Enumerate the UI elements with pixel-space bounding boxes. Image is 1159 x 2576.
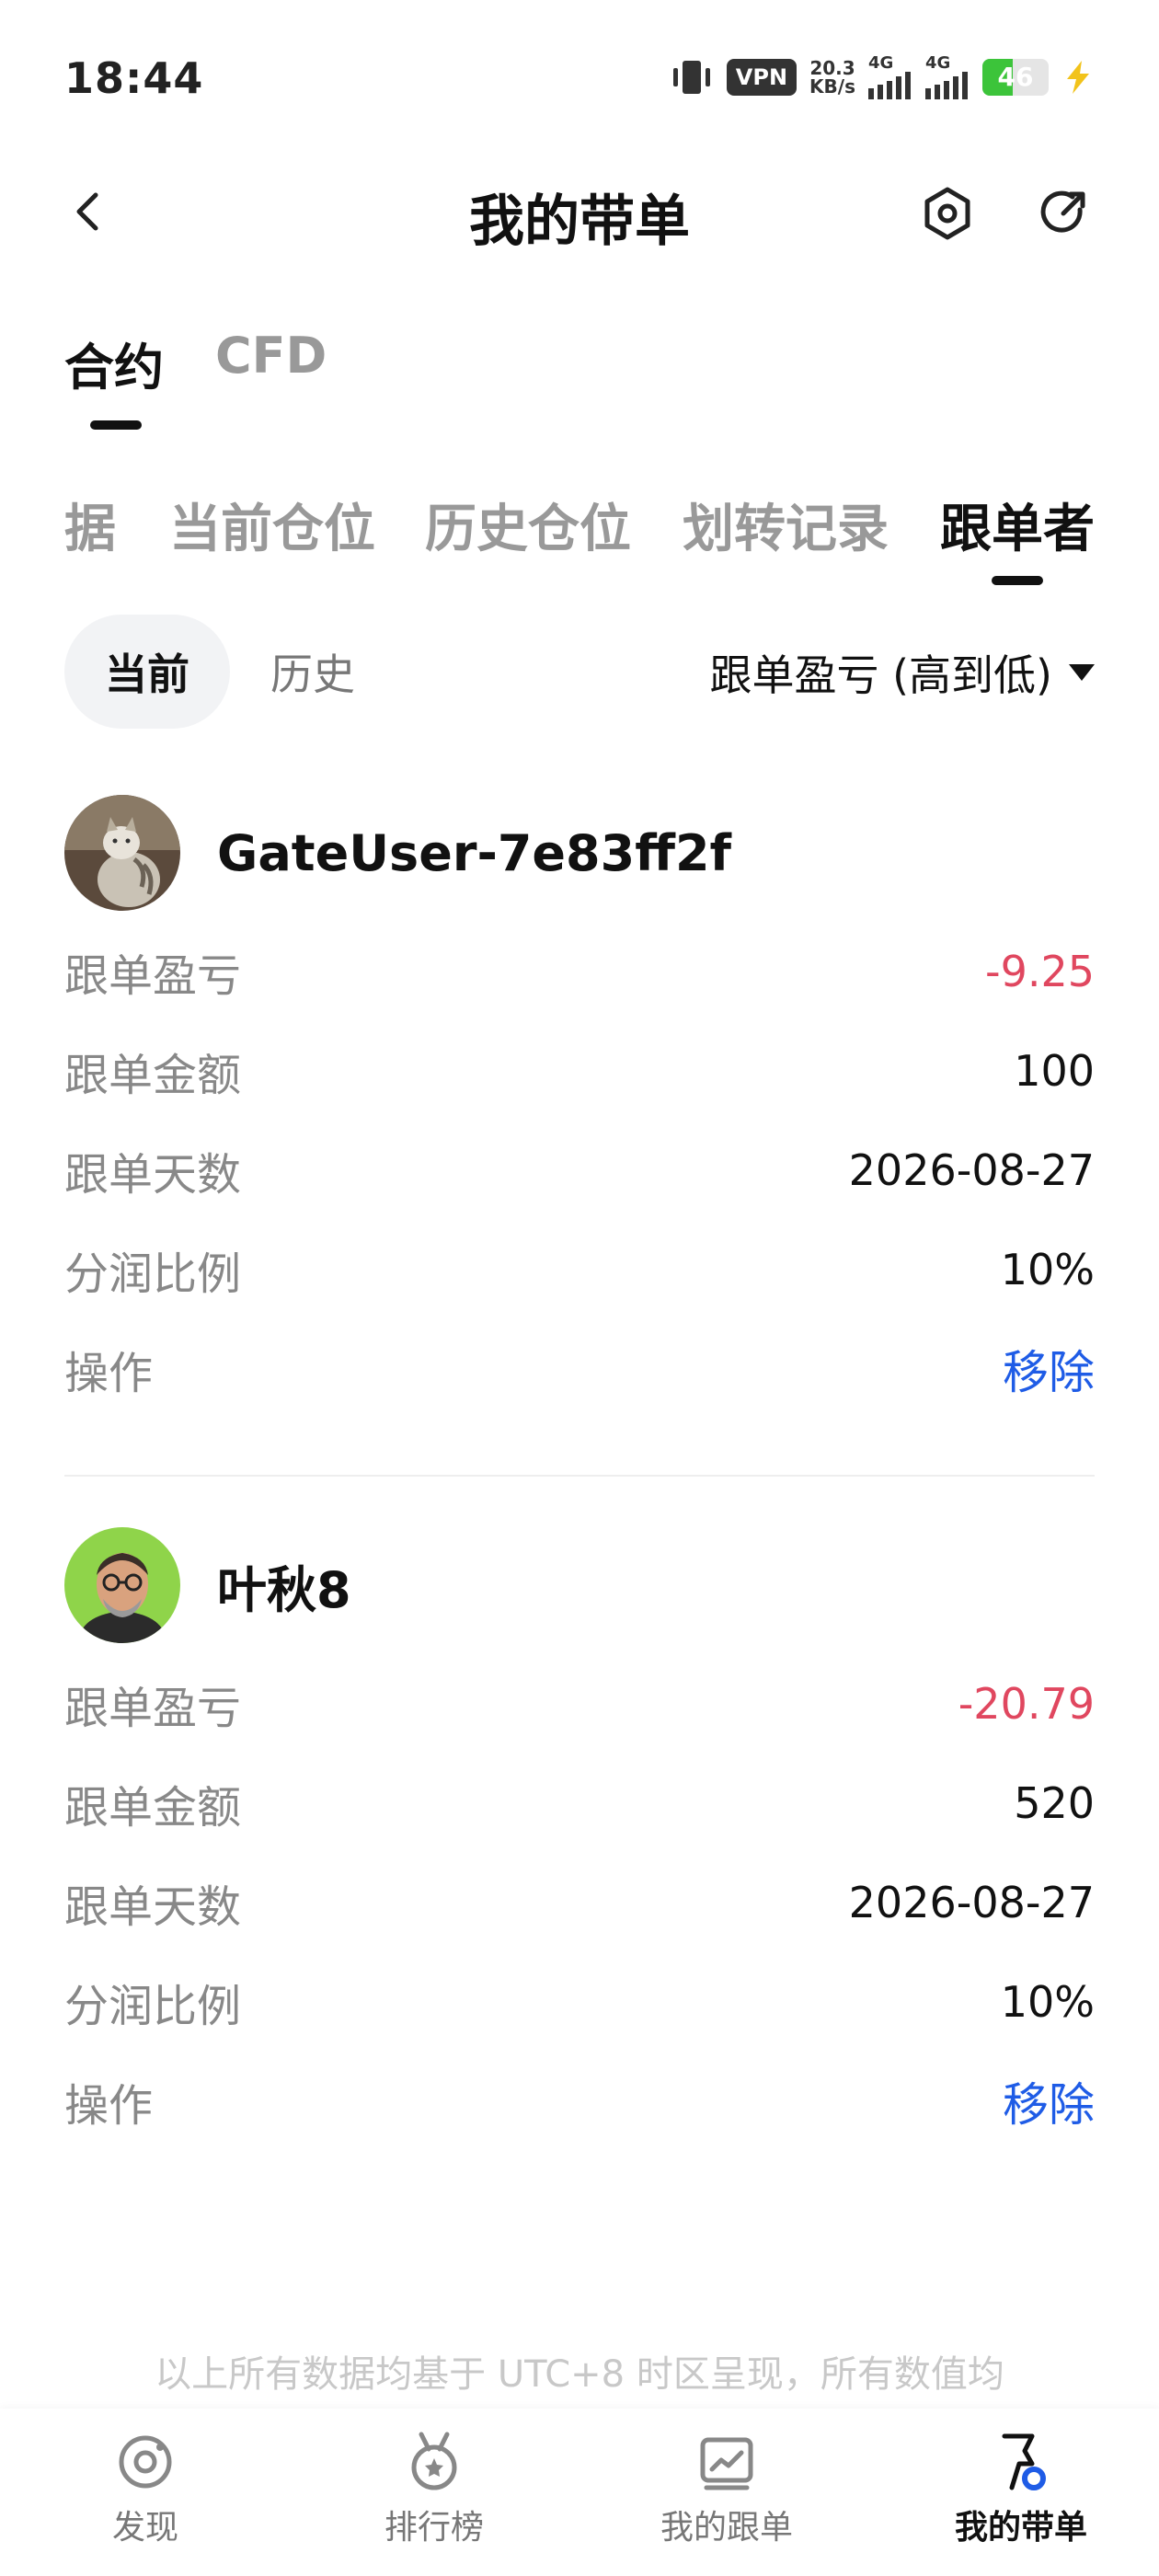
days-row: 跟单天数 2026-08-27 [64, 1853, 1095, 1952]
battery-icon: 46 [982, 59, 1049, 96]
remove-button[interactable]: 移除 [1003, 1336, 1095, 1402]
filter-history-button[interactable]: 历史 [230, 615, 396, 729]
cat-avatar-icon [64, 795, 180, 911]
page-title: 我的带单 [469, 190, 690, 254]
refresh-share-icon [1040, 190, 1085, 233]
net-speed-unit: KB/s [809, 75, 855, 98]
pnl-value: -9.25 [984, 947, 1095, 996]
tab-current-positions[interactable]: 当前仓位 [169, 488, 375, 589]
amount-label: 跟单金额 [64, 1782, 242, 1834]
amount-row: 跟单金额 520 [64, 1754, 1095, 1853]
signal-2: 4G [925, 55, 970, 99]
net-speed: 20.3 KB/s [809, 59, 855, 96]
pnl-row: 跟单盈亏 -9.25 [64, 922, 1095, 1021]
tab-history-positions[interactable]: 历史仓位 [425, 488, 631, 589]
nav-my-lead-trading[interactable]: 我的带单 [911, 2427, 1131, 2548]
follower-header: GateUser-7e83ff2f [64, 784, 1095, 922]
follower-header: 叶秋8 [64, 1516, 1095, 1654]
profit-share-label: 分润比例 [64, 1981, 242, 2032]
signal-2-icon [925, 72, 968, 99]
days-row: 跟单天数 2026-08-27 [64, 1121, 1095, 1220]
charging-icon [1067, 61, 1089, 94]
share-button[interactable] [1027, 177, 1100, 250]
action-label: 操作 [64, 1348, 154, 1399]
profit-share-value: 10% [1000, 1977, 1095, 2027]
sort-dropdown[interactable]: 跟单盈亏 (高到低) [709, 642, 1095, 703]
tab-cfd[interactable]: CFD [215, 327, 327, 428]
sort-label: 跟单盈亏 (高到低) [709, 650, 1052, 700]
days-label: 跟单天数 [64, 1149, 242, 1201]
pnl-label: 跟单盈亏 [64, 950, 242, 1002]
profit-share-value: 10% [1000, 1245, 1095, 1294]
status-icons: VPN 20.3 KB/s 4G 4G 46 [670, 50, 1095, 105]
tab-data[interactable]: 据 [64, 488, 116, 589]
remove-button[interactable]: 移除 [1003, 2068, 1095, 2134]
status-time: 18:44 [64, 53, 204, 103]
bottom-nav: 发现 排行榜 我的跟单 我的带单 [0, 2409, 1159, 2576]
hexagon-settings-icon [924, 187, 970, 240]
days-value: 2026-08-27 [848, 1145, 1095, 1195]
vpn-badge: VPN [726, 59, 798, 96]
signal-1-icon [868, 72, 911, 99]
nav-leaderboard-label: 排行榜 [384, 2509, 484, 2547]
battery-level: 46 [997, 62, 1034, 92]
nav-bar: 我的带单 [0, 156, 1159, 267]
caret-down-icon [1069, 664, 1095, 681]
tab-transfer-records[interactable]: 划转记录 [683, 488, 889, 589]
signal-1: 4G [868, 55, 912, 99]
divider [64, 1475, 1095, 1477]
pnl-label: 跟单盈亏 [64, 1683, 242, 1734]
amount-row: 跟单金额 100 [64, 1021, 1095, 1121]
avatar[interactable] [64, 795, 180, 911]
action-row: 操作 移除 [64, 1319, 1095, 1419]
follower-card: GateUser-7e83ff2f 跟单盈亏 -9.25 跟单金额 100 跟单… [64, 784, 1095, 1419]
tab-contract[interactable]: 合约 [64, 327, 164, 430]
pnl-row: 跟单盈亏 -20.79 [64, 1654, 1095, 1754]
follower-name[interactable]: 叶秋8 [217, 1549, 351, 1622]
pnl-value: -20.79 [958, 1679, 1095, 1729]
nav-my-copy-trading[interactable]: 我的跟单 [616, 2427, 837, 2548]
signal-1-label: 4G [868, 53, 894, 73]
follower-card: 叶秋8 跟单盈亏 -20.79 跟单金额 520 跟单天数 2026-08-27… [64, 1516, 1095, 2151]
nav-my-copy-trading-label: 我的跟单 [660, 2509, 793, 2547]
medal-icon [411, 2432, 457, 2490]
action-label: 操作 [64, 2080, 154, 2132]
days-value: 2026-08-27 [848, 1878, 1095, 1927]
amount-label: 跟单金额 [64, 1050, 242, 1101]
avatar[interactable] [64, 1527, 180, 1643]
tab-followers[interactable]: 跟单者 [940, 488, 1095, 589]
days-label: 跟单天数 [64, 1881, 242, 1933]
vibrate-icon [672, 61, 710, 94]
amount-value: 520 [1014, 1778, 1095, 1828]
lead-trader-icon [1002, 2433, 1046, 2490]
type-tabs: 合约 CFD [64, 327, 327, 430]
chart-icon [700, 2437, 753, 2490]
nav-leaderboard[interactable]: 排行榜 [324, 2427, 545, 2548]
action-row: 操作 移除 [64, 2052, 1095, 2151]
profit-share-row: 分润比例 10% [64, 1220, 1095, 1319]
person-avatar-icon [64, 1527, 180, 1643]
settings-button[interactable] [911, 177, 984, 250]
nav-discover-label: 发现 [111, 2509, 178, 2547]
footnote: 以上所有数据均基于 UTC+8 时区呈现，所有数值均 [155, 2353, 1004, 2396]
profit-share-row: 分润比例 10% [64, 1952, 1095, 2052]
amount-value: 100 [1014, 1046, 1095, 1096]
discover-icon [119, 2435, 172, 2489]
profit-share-label: 分润比例 [64, 1248, 242, 1300]
filter-current-button[interactable]: 当前 [64, 615, 230, 729]
follower-name[interactable]: GateUser-7e83ff2f [217, 824, 731, 882]
nav-discover[interactable]: 发现 [35, 2427, 256, 2548]
sub-tabs: 据 当前仓位 历史仓位 划转记录 跟单者 [0, 488, 1159, 589]
nav-my-lead-trading-label: 我的带单 [954, 2509, 1087, 2547]
filter-row: 当前 历史 跟单盈亏 (高到低) [64, 615, 1095, 729]
status-bar: 18:44 VPN 20.3 KB/s 4G 4G 46 [0, 0, 1159, 156]
net-speed-value: 20.3 [809, 57, 855, 79]
signal-2-label: 4G [925, 53, 951, 73]
